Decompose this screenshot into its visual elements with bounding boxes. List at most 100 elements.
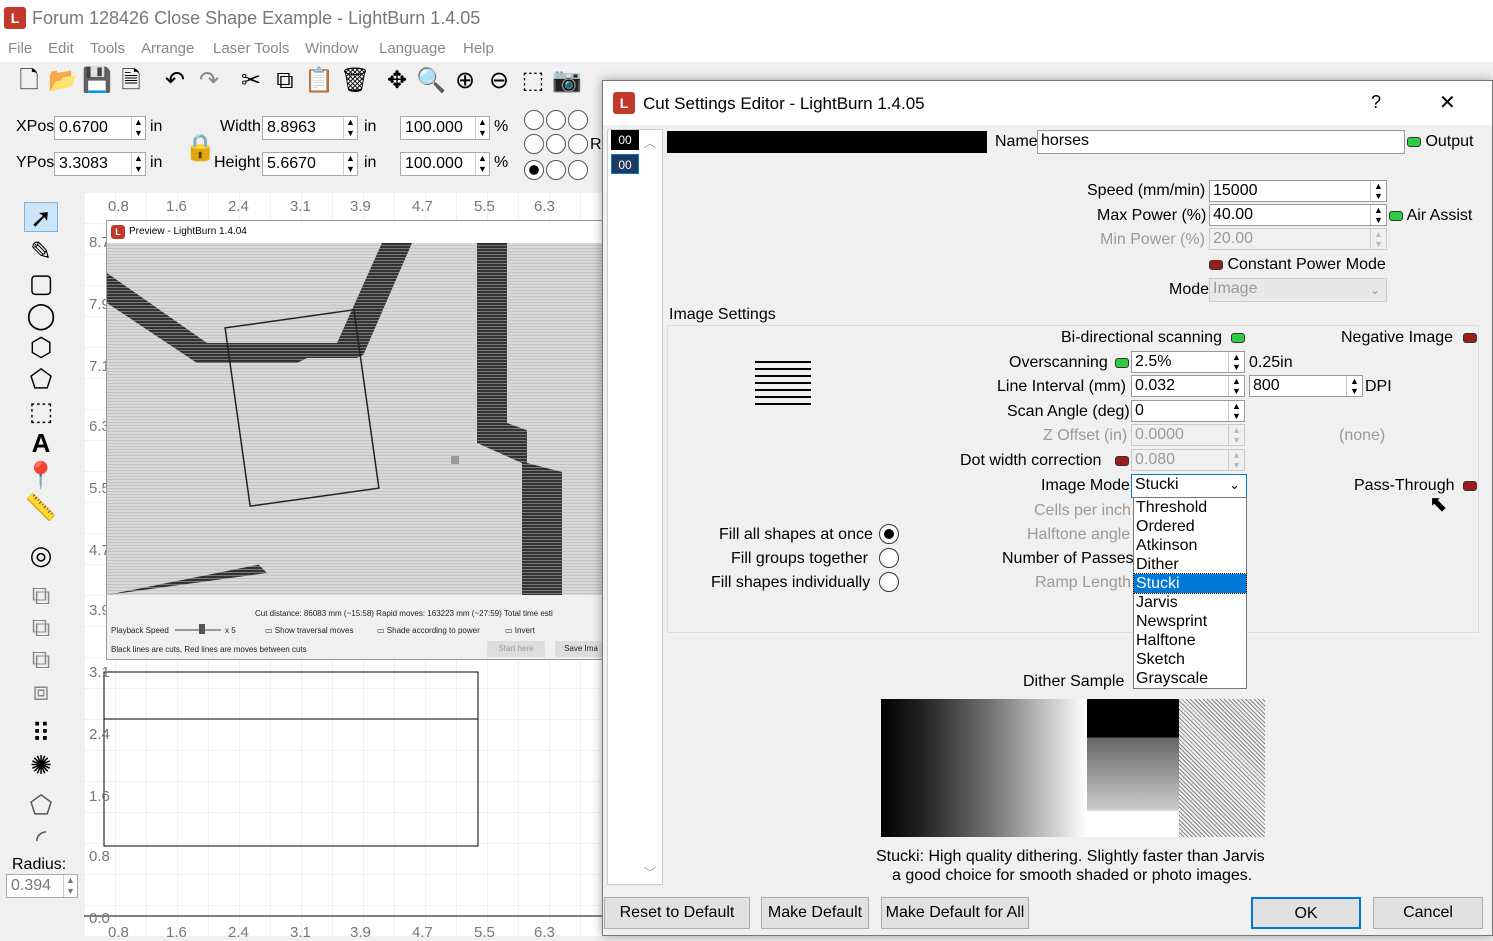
ok-button[interactable]: OK [1251, 897, 1361, 929]
edit-nodes-icon[interactable]: ⬠ [24, 364, 58, 394]
close-button[interactable]: ✕ [1439, 90, 1456, 115]
radius-input[interactable]: 0.394 ▲ ▼ [6, 874, 78, 898]
cut-icon[interactable]: ✂ [236, 66, 266, 96]
speed-input[interactable]: 15000 ▲ ▼ [1209, 180, 1387, 202]
scan-angle-input[interactable]: 0 ▲ ▼ [1131, 400, 1245, 422]
anchor-bottom-center[interactable] [546, 160, 566, 180]
mode-select[interactable]: Image ⌄ [1209, 278, 1387, 302]
image-mode-option[interactable]: Grayscale [1134, 669, 1246, 688]
text-tool-icon[interactable]: A [24, 428, 58, 458]
bidirectional-toggle[interactable] [1231, 333, 1245, 343]
boolean-subtract-icon[interactable]: ⧉ [24, 644, 58, 674]
image-mode-option[interactable]: Ordered [1134, 517, 1246, 536]
constant-power-toggle[interactable]: Constant Power Mode [1209, 256, 1386, 274]
height-input[interactable]: 5.6670 ▲ ▼ [262, 152, 358, 176]
paste-icon[interactable]: 📋 [304, 66, 334, 96]
lock-icon[interactable]: 🔒 [184, 132, 216, 163]
camera-icon[interactable]: 📷 [552, 66, 582, 96]
zoom-out-icon[interactable]: ⊖ [484, 66, 514, 96]
fill-individually-radio[interactable] [879, 572, 899, 592]
boolean-union-icon[interactable]: ⧉ [24, 612, 58, 642]
ellipse-tool-icon[interactable]: ◯ [24, 300, 58, 330]
make-default-for-all-button[interactable]: Make Default for All [881, 897, 1029, 929]
spin-arrows-icon[interactable]: ▲ ▼ [131, 153, 145, 175]
position-laser-icon[interactable]: ⬚ [24, 396, 58, 426]
anchor-mid-left[interactable] [524, 134, 544, 154]
boolean-intersect-icon[interactable]: ⧈ [24, 676, 58, 706]
start-here-button[interactable]: Start here [487, 641, 545, 657]
scale-width-input[interactable]: 100.000 ▲ ▼ [400, 116, 490, 140]
image-mode-option[interactable]: Sketch [1134, 650, 1246, 669]
spin-arrows-icon[interactable]: ▲ ▼ [131, 117, 145, 139]
polygon-tool-icon[interactable]: ⬡ [24, 332, 58, 362]
invert-toggle[interactable]: ▭ Invert [505, 626, 535, 635]
open-folder-icon[interactable]: 📂 [48, 66, 78, 96]
anchor-top-right[interactable] [568, 110, 588, 130]
spin-arrows-icon[interactable]: ▲ ▼ [1346, 376, 1362, 396]
corner-radius-icon[interactable]: ◜ [24, 824, 58, 854]
scroll-up-icon[interactable]: ︿ [644, 134, 656, 151]
delete-icon[interactable]: 🗑 [340, 66, 370, 96]
menu-file[interactable]: File [8, 40, 32, 57]
overscanning-input[interactable]: 2.5% ▲ ▼ [1131, 351, 1245, 373]
line-interval-input[interactable]: 0.032 ▲ ▼ [1131, 375, 1245, 397]
offset-shapes-icon[interactable]: ◎ [24, 540, 58, 570]
image-mode-option[interactable]: Dither [1134, 555, 1246, 574]
pass-through-toggle[interactable] [1463, 481, 1477, 491]
anchor-mid-right[interactable] [568, 134, 588, 154]
image-mode-option[interactable]: Newsprint [1134, 612, 1246, 631]
grid-array-icon[interactable]: ⠿ [24, 718, 58, 748]
move-icon[interactable]: ✥ [382, 66, 412, 96]
image-mode-select[interactable]: Stucki ⌄ [1131, 474, 1247, 498]
pen-tool-icon[interactable]: ✎ [24, 236, 58, 266]
circular-array-icon[interactable]: ✺ [24, 750, 58, 780]
spin-arrows-icon[interactable]: ▲ ▼ [343, 153, 357, 175]
zoom-in-icon[interactable]: ⊕ [450, 66, 480, 96]
scale-height-input[interactable]: 100.000 ▲ ▼ [400, 152, 490, 176]
anchor-top-left[interactable] [524, 110, 544, 130]
select-tool-icon[interactable]: ➚ [24, 202, 58, 233]
image-mode-option[interactable]: Atkinson [1134, 536, 1246, 555]
anchor-bottom-left-selected[interactable] [524, 160, 544, 180]
menu-help[interactable]: Help [463, 40, 494, 57]
position-marker-icon[interactable]: 📍 [24, 460, 58, 490]
ypos-input[interactable]: 3.3083 ▲ ▼ [54, 152, 146, 176]
new-file-icon[interactable]: 🗋 [14, 66, 44, 96]
menu-edit[interactable]: Edit [48, 40, 74, 57]
z-offset-input[interactable]: 0.0000 ▲ ▼ [1131, 424, 1245, 446]
name-input[interactable]: horses [1037, 130, 1405, 154]
menu-tools[interactable]: Tools [90, 40, 125, 57]
anchor-bottom-right[interactable] [568, 160, 588, 180]
overscanning-toggle[interactable] [1115, 358, 1129, 368]
dot-width-input[interactable]: 0.080 ▲ ▼ [1131, 449, 1245, 471]
layer-item[interactable]: 00 [611, 130, 639, 150]
dot-width-toggle[interactable] [1115, 456, 1129, 466]
scroll-down-icon[interactable]: ﹀ [644, 864, 656, 881]
xpos-input[interactable]: 0.6700 ▲ ▼ [54, 116, 146, 140]
fill-groups-radio[interactable] [879, 548, 899, 568]
menu-laser-tools[interactable]: Laser Tools [213, 40, 289, 57]
rectangle-tool-icon[interactable]: ▢ [24, 268, 58, 298]
show-traversal-toggle[interactable]: ▭ Show traversal moves [265, 626, 353, 635]
reset-to-default-button[interactable]: Reset to Default [604, 897, 750, 929]
spin-arrows-icon[interactable]: ▲ ▼ [343, 117, 357, 139]
spin-arrows-icon[interactable]: ▲ ▼ [475, 117, 489, 139]
help-button[interactable]: ? [1371, 92, 1381, 113]
save-icon[interactable]: 💾 [82, 66, 112, 96]
layer-color-swatch[interactable] [667, 131, 987, 153]
playback-speed-slider[interactable] [175, 629, 221, 631]
spin-arrows-icon[interactable]: ▲ ▼ [1228, 450, 1244, 470]
max-power-input[interactable]: 40.00 ▲ ▼ [1209, 204, 1387, 226]
shade-power-toggle[interactable]: ▭ Shade according to power [377, 626, 480, 635]
zoom-frame-icon[interactable]: ⬚ [518, 66, 548, 96]
spin-arrows-icon[interactable]: ▲ ▼ [1228, 425, 1244, 445]
spin-arrows-icon[interactable]: ▲ ▼ [1370, 229, 1386, 249]
spin-arrows-icon[interactable]: ▲ ▼ [1370, 181, 1386, 201]
save-image-button[interactable]: Save Ima [555, 641, 607, 657]
spin-arrows-icon[interactable]: ▲ ▼ [1228, 401, 1244, 421]
image-mode-option[interactable]: Jarvis [1134, 593, 1246, 612]
min-power-input[interactable]: 20.00 ▲ ▼ [1209, 228, 1387, 250]
make-default-button[interactable]: Make Default [761, 897, 869, 929]
menu-language[interactable]: Language [379, 40, 446, 57]
spin-arrows-icon[interactable]: ▲ ▼ [1370, 205, 1386, 225]
